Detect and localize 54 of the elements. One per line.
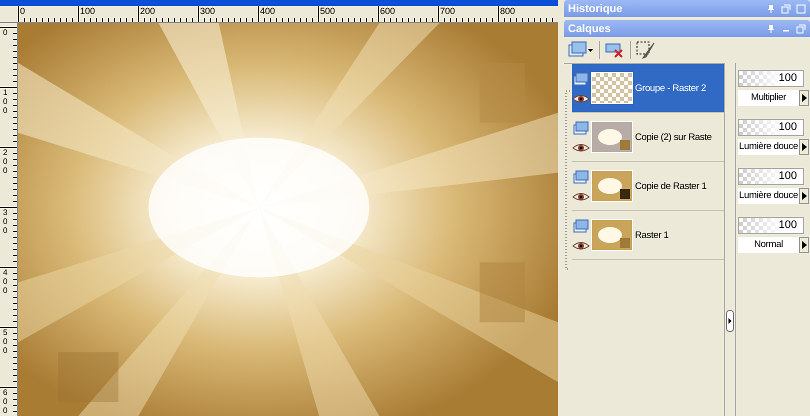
palette-title: Calques bbox=[568, 22, 612, 34]
ruler-label: 100 bbox=[79, 6, 96, 16]
ruler-label: 100 bbox=[3, 88, 8, 115]
layer-icon bbox=[573, 219, 589, 233]
ruler-label: 500 bbox=[3, 328, 8, 355]
ruler-label: 300 bbox=[199, 6, 216, 16]
ruler-label: 200 bbox=[3, 148, 8, 175]
layer-name: Groupe - Raster 2 bbox=[635, 82, 706, 94]
layer-name: Copie de Raster 1 bbox=[635, 180, 706, 192]
layer-icon bbox=[573, 121, 589, 135]
caret-icon bbox=[802, 240, 806, 248]
layer-icon bbox=[573, 170, 589, 184]
mask-brush-button[interactable] bbox=[636, 41, 656, 59]
ruler-label: 0 bbox=[3, 28, 8, 37]
dropdown-arrow-button[interactable] bbox=[799, 188, 809, 204]
ruler-label: 200 bbox=[139, 6, 156, 16]
palette-title: Historique bbox=[568, 2, 624, 14]
ruler-label: 500 bbox=[319, 6, 336, 16]
ruler-label: 700 bbox=[439, 6, 456, 16]
opacity-field[interactable]: 100 bbox=[738, 168, 804, 184]
ruler-label: 600 bbox=[3, 388, 8, 415]
new-layer-button[interactable] bbox=[568, 41, 594, 59]
ruler-label: 300 bbox=[3, 208, 8, 235]
caret-icon bbox=[802, 192, 806, 200]
blend-mode-field: Lumière douce bbox=[738, 138, 799, 154]
opacity-field[interactable]: 100 bbox=[738, 118, 804, 136]
blend-mode-field: Multiplier bbox=[738, 90, 799, 106]
eye-icon[interactable] bbox=[572, 192, 590, 202]
ruler-label: 400 bbox=[259, 6, 276, 16]
dropdown-arrow-button[interactable] bbox=[799, 236, 809, 252]
ruler-label: 0 bbox=[19, 6, 26, 16]
eye-icon[interactable] bbox=[572, 241, 590, 251]
eye-icon[interactable] bbox=[572, 143, 590, 153]
layer-row[interactable]: Copie (2) sur Raste bbox=[572, 113, 724, 162]
layer-row[interactable]: Groupe - Raster 2 bbox=[572, 64, 724, 113]
layer-icon bbox=[573, 72, 589, 86]
eye-icon[interactable] bbox=[572, 94, 590, 104]
opacity-field[interactable]: 100 bbox=[738, 216, 804, 234]
delete-layer-button[interactable] bbox=[605, 41, 625, 59]
layer-row[interactable]: Raster 1 bbox=[572, 211, 724, 260]
ruler-label: 800 bbox=[499, 6, 516, 16]
layer-thumbnail bbox=[591, 72, 633, 104]
ruler-label: 600 bbox=[379, 6, 396, 16]
layer-row[interactable]: Copie de Raster 1 bbox=[572, 162, 724, 211]
blend-mode-field: Lumière douce bbox=[738, 188, 799, 204]
dropdown-arrow-button[interactable] bbox=[799, 90, 809, 106]
caret-icon bbox=[802, 94, 806, 102]
opacity-field[interactable]: 100 bbox=[738, 70, 804, 86]
dropdown-arrow-button[interactable] bbox=[799, 138, 809, 154]
blend-mode-field: Normal bbox=[738, 236, 799, 252]
ruler-label: 400 bbox=[3, 268, 8, 295]
caret-icon bbox=[802, 142, 806, 150]
layer-name: Raster 1 bbox=[635, 230, 669, 240]
layer-name: Copie (2) sur Raste bbox=[635, 132, 712, 142]
